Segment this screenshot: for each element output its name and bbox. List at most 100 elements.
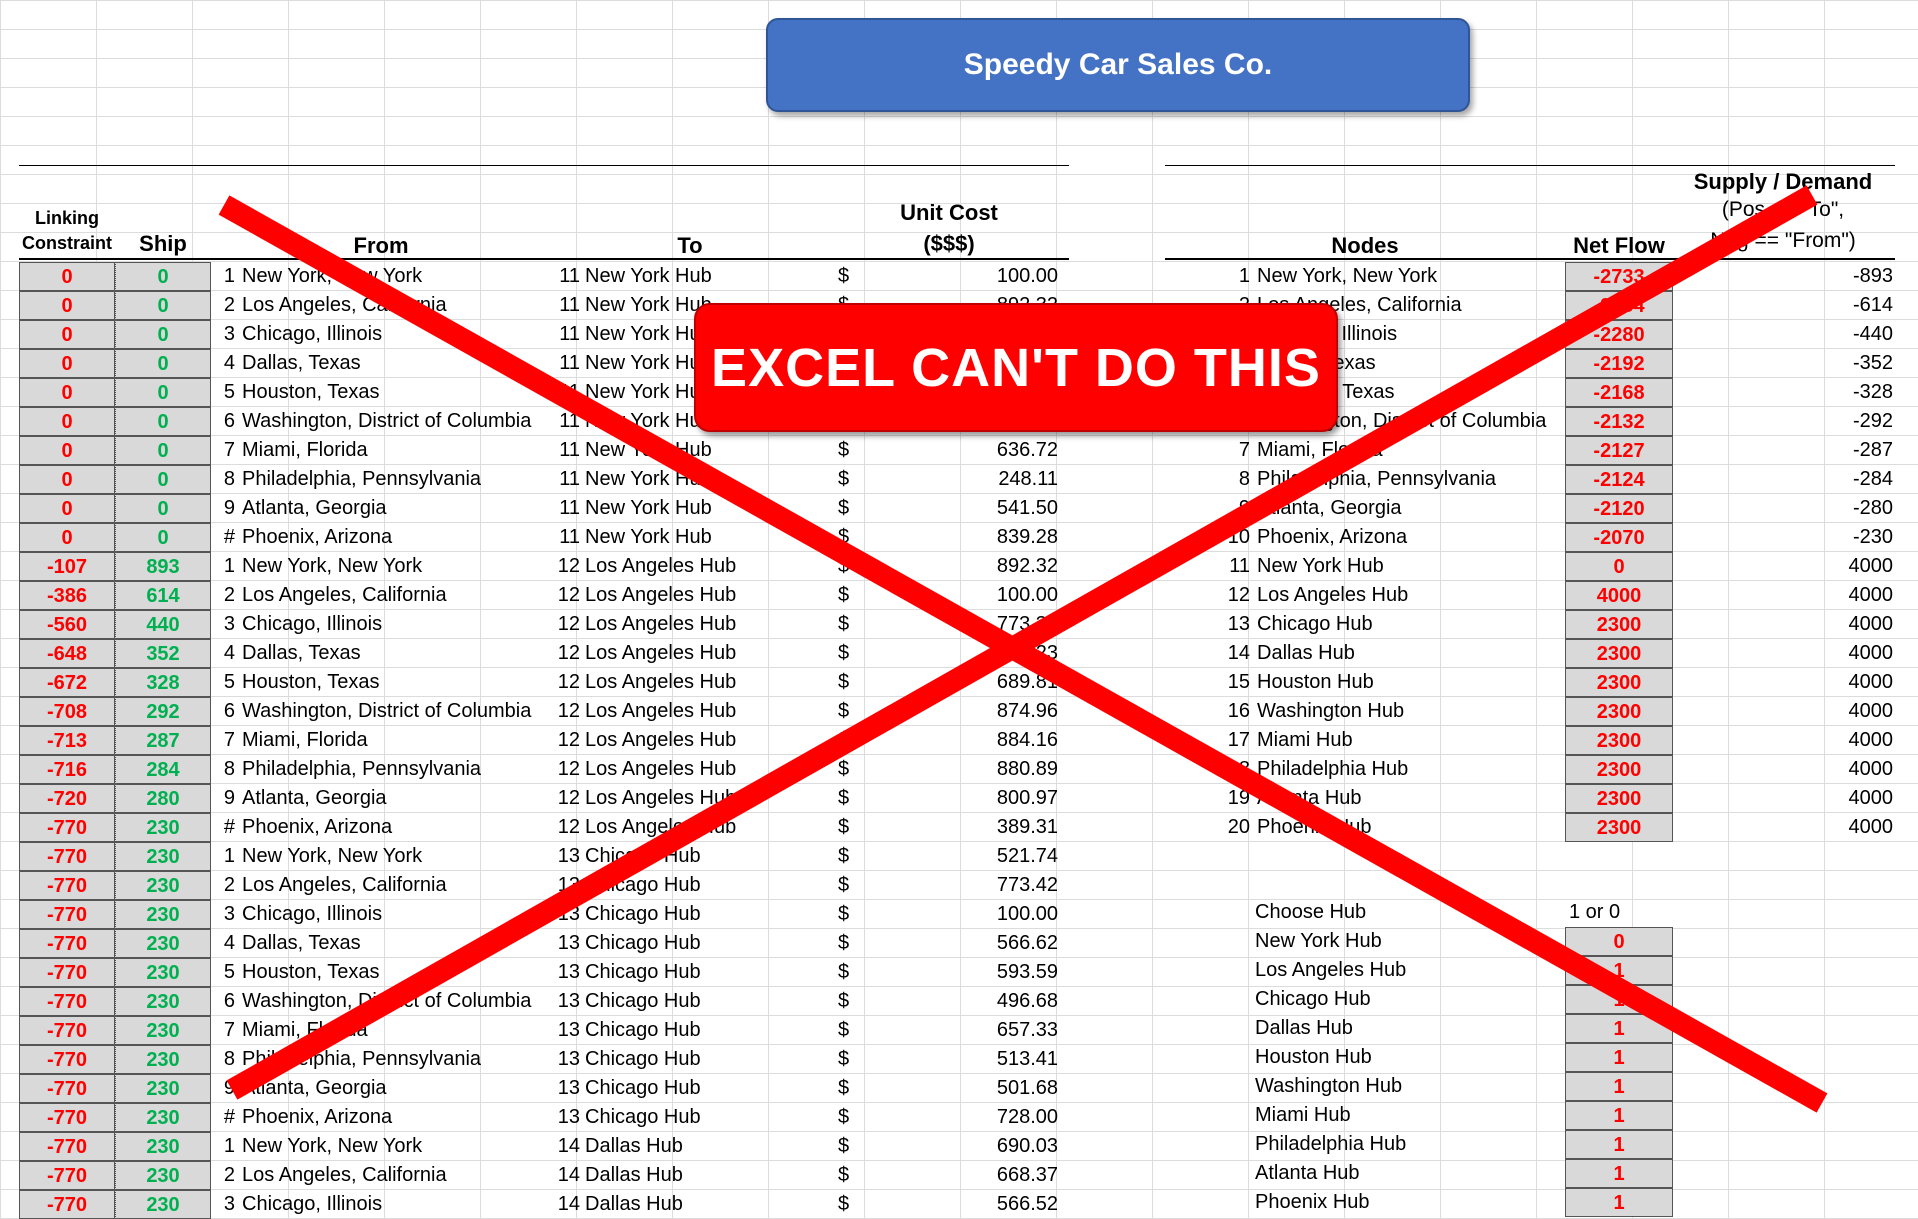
hub-choice-cell[interactable]: 1 [1565, 985, 1673, 1014]
supply-demand-cell[interactable]: 4000 [1673, 581, 1894, 610]
net-flow-cell[interactable]: -2124 [1565, 465, 1673, 494]
node-index-cell[interactable]: 1 [1160, 262, 1250, 291]
node-index-cell[interactable]: 11 [1160, 552, 1250, 581]
hub-choice-cell[interactable]: 1 [1565, 1159, 1673, 1188]
currency-symbol-cell[interactable]: $ [838, 842, 858, 871]
node-index-cell[interactable]: 7 [1160, 436, 1250, 465]
supply-demand-cell[interactable]: 4000 [1673, 813, 1894, 842]
from-index-cell[interactable]: 2 [211, 871, 235, 900]
net-flow-cell[interactable]: 2300 [1565, 784, 1673, 813]
to-index-cell[interactable]: 13 [556, 871, 580, 900]
net-flow-cell[interactable]: -2070 [1565, 523, 1673, 552]
net-flow-cell[interactable]: -2192 [1565, 349, 1673, 378]
unit-cost-cell[interactable]: 773.42 [860, 871, 1058, 900]
node-name-cell[interactable]: Chicago Hub [1255, 610, 1567, 639]
node-name-cell[interactable]: Philadelphia, Pennsylvania [1255, 465, 1567, 494]
node-index-cell[interactable]: 13 [1160, 610, 1250, 639]
hub-choice-cell[interactable]: 1 [1565, 1130, 1673, 1159]
supply-demand-cell[interactable]: 4000 [1673, 668, 1894, 697]
supply-demand-cell[interactable]: -328 [1673, 378, 1893, 407]
net-flow-cell[interactable]: 2300 [1565, 668, 1673, 697]
supply-demand-cell[interactable]: -230 [1673, 523, 1893, 552]
net-flow-cell[interactable]: -2132 [1565, 407, 1673, 436]
supply-demand-cell[interactable]: 4000 [1673, 726, 1894, 755]
node-name-cell[interactable]: Dallas, Texas [1255, 349, 1567, 378]
hub-name-cell[interactable]: Chicago Hub [1255, 985, 1555, 1014]
supply-demand-cell[interactable]: -280 [1673, 494, 1893, 523]
node-name-cell[interactable]: Phoenix Hub [1255, 813, 1567, 842]
node-index-cell[interactable]: 10 [1160, 523, 1250, 552]
node-name-cell[interactable]: Miami Hub [1255, 726, 1567, 755]
supply-demand-cell[interactable]: -440 [1673, 320, 1893, 349]
node-name-cell[interactable]: Washington Hub [1255, 697, 1567, 726]
linking-constraint-cell[interactable]: -770 [19, 871, 115, 900]
from-cell[interactable]: Los Angeles, California [240, 871, 552, 900]
net-flow-cell[interactable]: -2127 [1565, 436, 1673, 465]
from-cell[interactable]: New York, New York [240, 842, 552, 871]
node-name-cell[interactable]: Houston Hub [1255, 668, 1567, 697]
hub-name-cell[interactable]: Dallas Hub [1255, 1014, 1555, 1043]
net-flow-cell[interactable]: -2733 [1565, 262, 1673, 291]
net-flow-cell[interactable]: 2300 [1565, 697, 1673, 726]
node-index-cell[interactable]: 4 [1160, 349, 1250, 378]
supply-demand-cell[interactable]: -292 [1673, 407, 1893, 436]
supply-demand-cell[interactable]: 4000 [1673, 784, 1894, 813]
hub-choice-cell[interactable]: 0 [1565, 927, 1673, 956]
node-index-cell[interactable]: 20 [1160, 813, 1250, 842]
to-cell[interactable]: Chicago Hub [585, 842, 825, 871]
hub-choice-cell[interactable]: 1 [1565, 1072, 1673, 1101]
to-cell[interactable]: Chicago Hub [585, 871, 825, 900]
node-index-cell[interactable]: 15 [1160, 668, 1250, 697]
from-index-cell[interactable]: 1 [211, 842, 235, 871]
supply-demand-cell[interactable]: 4000 [1673, 639, 1894, 668]
hub-name-cell[interactable]: Phoenix Hub [1255, 1188, 1555, 1217]
node-name-cell[interactable]: Los Angeles, California [1255, 291, 1567, 320]
net-flow-cell[interactable]: 4000 [1565, 581, 1673, 610]
hub-name-cell[interactable]: Houston Hub [1255, 1043, 1555, 1072]
node-index-cell[interactable]: 17 [1160, 726, 1250, 755]
hub-name-cell[interactable]: Washington Hub [1255, 1072, 1555, 1101]
hub-choice-cell[interactable]: 1 [1565, 1014, 1673, 1043]
supply-demand-cell[interactable]: -614 [1673, 291, 1893, 320]
node-name-cell[interactable]: Los Angeles Hub [1255, 581, 1567, 610]
net-flow-cell[interactable]: 2300 [1565, 610, 1673, 639]
node-name-cell[interactable]: Atlanta, Georgia [1255, 494, 1567, 523]
node-name-cell[interactable]: Phoenix, Arizona [1255, 523, 1567, 552]
hub-name-cell[interactable]: New York Hub [1255, 927, 1555, 956]
node-name-cell[interactable]: Atlanta Hub [1255, 784, 1567, 813]
node-name-cell[interactable]: Miami, Florida [1255, 436, 1567, 465]
to-index-cell[interactable]: 13 [556, 842, 580, 871]
node-index-cell[interactable]: 8 [1160, 465, 1250, 494]
supply-demand-cell[interactable]: -287 [1673, 436, 1893, 465]
ship-cell[interactable]: 230 [115, 842, 211, 871]
net-flow-cell[interactable]: -2168 [1565, 378, 1673, 407]
node-index-cell[interactable]: 16 [1160, 697, 1250, 726]
hub-name-cell[interactable]: Philadelphia Hub [1255, 1130, 1555, 1159]
hub-choice-cell[interactable]: 1 [1565, 1043, 1673, 1072]
node-index-cell[interactable]: 14 [1160, 639, 1250, 668]
node-index-cell[interactable]: 2 [1160, 291, 1250, 320]
net-flow-cell[interactable]: -2280 [1565, 320, 1673, 349]
node-name-cell[interactable]: Chicago, Illinois [1255, 320, 1567, 349]
net-flow-cell[interactable]: -2454 [1565, 291, 1673, 320]
node-name-cell[interactable]: Washington, District of Columbia [1255, 407, 1567, 436]
hub-choice-cell[interactable]: 1 [1565, 1101, 1673, 1130]
net-flow-cell[interactable]: 2300 [1565, 813, 1673, 842]
hub-choice-cell[interactable]: 1 [1565, 956, 1673, 985]
supply-demand-cell[interactable]: 4000 [1673, 697, 1894, 726]
node-name-cell[interactable]: Dallas Hub [1255, 639, 1567, 668]
linking-constraint-cell[interactable]: -770 [19, 842, 115, 871]
hub-name-cell[interactable]: Atlanta Hub [1255, 1159, 1555, 1188]
node-index-cell[interactable]: 9 [1160, 494, 1250, 523]
node-name-cell[interactable]: New York Hub [1255, 552, 1567, 581]
node-index-cell[interactable]: 5 [1160, 378, 1250, 407]
node-index-cell[interactable]: 12 [1160, 581, 1250, 610]
node-index-cell[interactable]: 3 [1160, 320, 1250, 349]
supply-demand-cell[interactable]: -284 [1673, 465, 1893, 494]
net-flow-cell[interactable]: 0 [1565, 552, 1673, 581]
net-flow-cell[interactable]: 2300 [1565, 755, 1673, 784]
net-flow-cell[interactable]: -2120 [1565, 494, 1673, 523]
currency-symbol-cell[interactable]: $ [838, 871, 858, 900]
node-index-cell[interactable]: 19 [1160, 784, 1250, 813]
title-shape[interactable]: Speedy Car Sales Co. [766, 18, 1470, 112]
